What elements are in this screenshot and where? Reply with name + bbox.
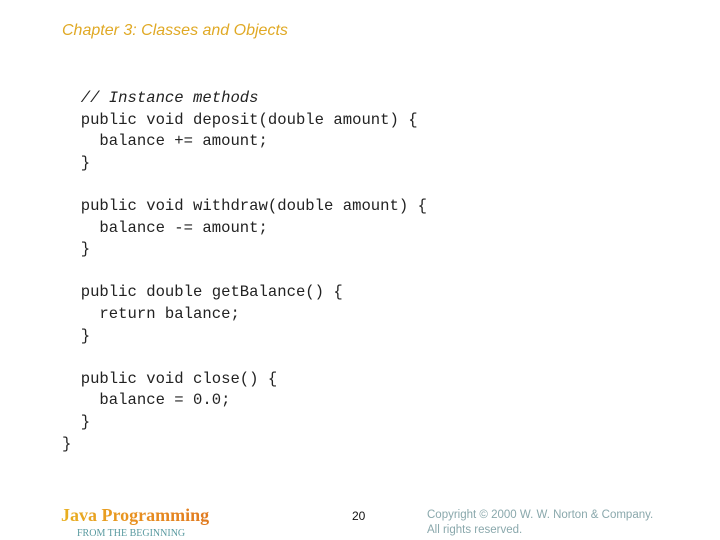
code-line: public void close() { (62, 369, 278, 388)
code-line: } (62, 153, 91, 172)
slide-title: Chapter 3: Classes and Objects (62, 22, 288, 39)
code-line: } (62, 434, 72, 453)
footer-subtitle: FROM THE BEGINNING (77, 528, 186, 539)
page-number: 20 (352, 509, 366, 523)
code-line: } (62, 412, 91, 431)
code-line: balance = 0.0; (62, 391, 231, 410)
code-line: } (62, 240, 91, 259)
code-line: public void deposit(double amount) { (62, 110, 418, 129)
copyright-line-2: All rights reserved. (427, 524, 523, 536)
code-line: return balance; (62, 304, 240, 323)
code-comment-line: // Instance methods (62, 89, 259, 107)
code-line: } (62, 326, 91, 345)
code-block: // Instance methods public void deposit(… (62, 88, 427, 455)
copyright-line-1: Copyright © 2000 W. W. Norton & Company. (427, 509, 654, 521)
code-line: balance += amount; (62, 132, 268, 151)
footer-brand: Java Programming (61, 505, 210, 525)
code-line: public double getBalance() { (62, 283, 343, 302)
copyright-notice: Copyright © 2000 W. W. Norton & Company.… (427, 508, 653, 538)
code-line: public void withdraw(double amount) { (62, 196, 427, 215)
code-line: balance -= amount; (62, 218, 268, 237)
